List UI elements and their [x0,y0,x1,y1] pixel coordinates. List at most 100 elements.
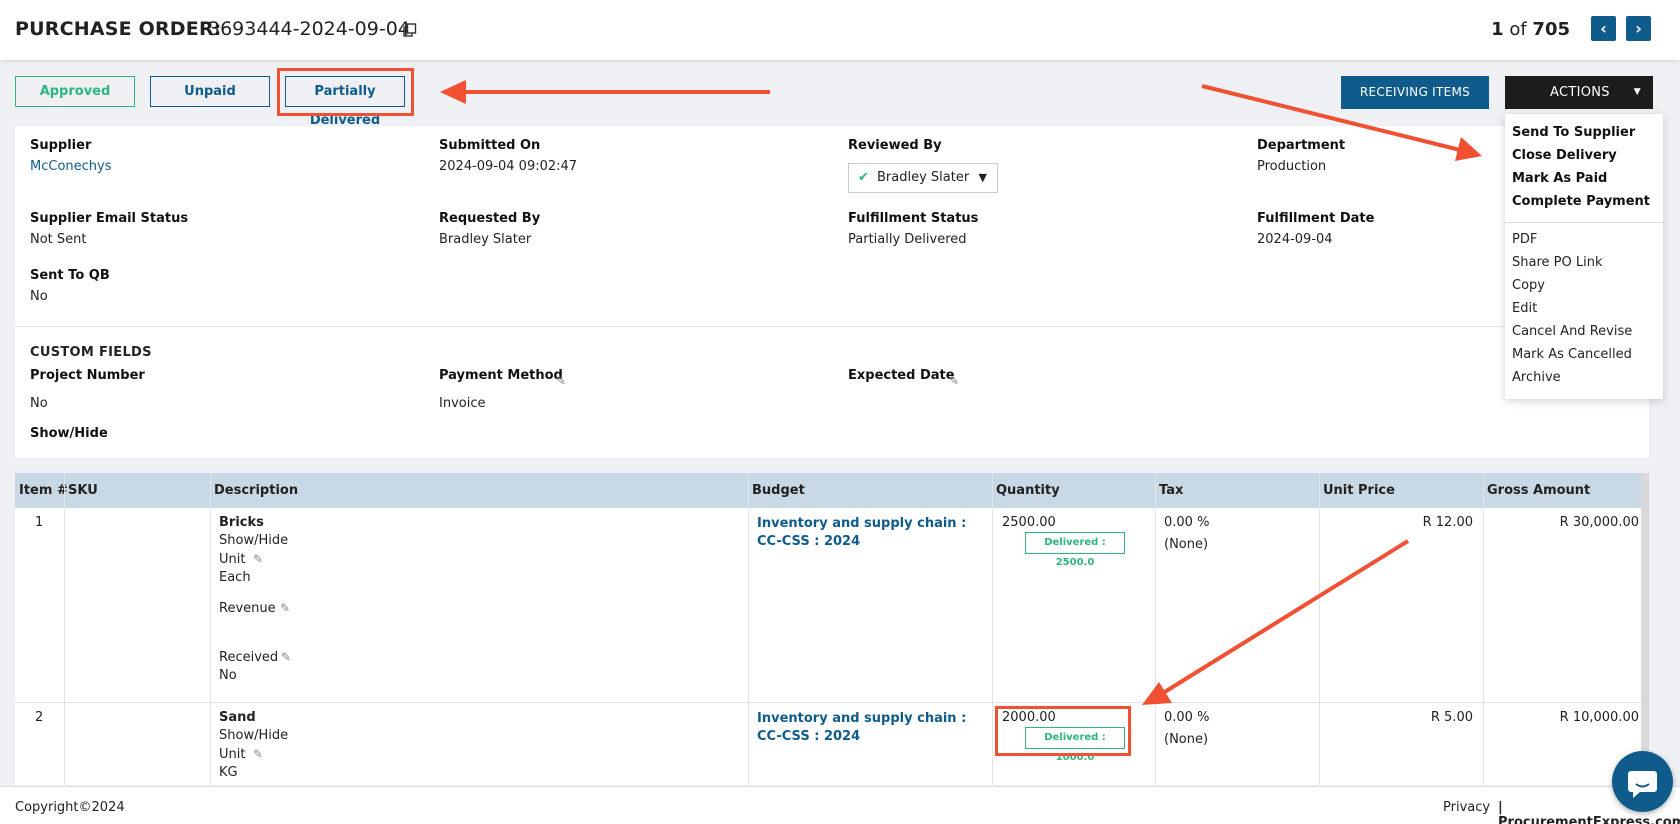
actions-dropdown-menu: Send To Supplier Close Delivery Mark As … [1505,114,1663,399]
menu-pdf[interactable]: PDF [1512,232,1537,247]
copy-icon[interactable] [403,23,417,37]
fulfillment-status-label: Fulfillment Status [848,211,979,226]
row-1-quantity: 2500.00 [1002,515,1056,530]
column-header-description: Description [214,483,299,498]
column-header-unit-price: Unit Price [1323,483,1395,498]
menu-divider [1505,222,1663,223]
po-details-panel: Supplier McConechys Submitted On 2024-09… [15,126,1649,458]
edit-received-pencil-icon[interactable]: ✎ [281,651,293,663]
row-1-tax-name: (None) [1164,537,1209,552]
custom-fields-show-hide[interactable]: Show/Hide [30,426,108,441]
actions-button[interactable]: ACTIONS ▼ [1505,76,1653,109]
receiving-items-button[interactable]: RECEIVING ITEMS [1341,76,1489,109]
row-1-show-hide[interactable]: Show/Hide [219,533,288,548]
column-divider [748,473,749,785]
page-title: PURCHASE ORDER: [15,18,222,40]
row-1-item-number: 1 [35,515,44,530]
annotation-highlight-status [277,68,414,116]
chevron-right-icon: › [1635,19,1642,38]
column-divider [992,473,993,785]
previous-po-button[interactable]: ‹ [1591,16,1616,41]
department-value: Production [1257,159,1327,174]
row-1-budget-link[interactable]: Inventory and supply chain : CC-CSS : 20… [757,515,977,551]
edit-unit-pencil-icon[interactable]: ✎ [253,748,265,760]
edit-expected-date-pencil-icon[interactable]: ✎ [949,375,961,387]
check-icon: ✔ [858,170,869,185]
menu-edit[interactable]: Edit [1512,301,1537,316]
row-1-received-value: No [219,668,237,683]
row-1-unit-label: Unit [219,552,246,567]
project-number-label: Project Number [30,368,145,383]
pager-of: of [1509,19,1527,40]
table-scrollbar[interactable] [1641,473,1649,785]
row-1-gross-amount: R 30,000.00 [1559,515,1639,530]
pager-indicator: 1 of 705 [1491,19,1570,40]
row-1-received-label: Received [219,650,279,665]
column-divider [210,473,211,785]
requested-by-label: Requested By [439,211,541,226]
row-divider [15,702,1649,703]
copyright-text: Copyright©2024 [15,800,125,815]
arrow-to-status [440,80,770,104]
privacy-link[interactable]: Privacy [1443,800,1490,815]
annotation-highlight-delivered [995,706,1131,756]
supplier-link[interactable]: McConechys [30,159,112,174]
edit-payment-method-pencil-icon[interactable]: ✎ [556,375,568,387]
column-header-budget: Budget [752,483,805,498]
fulfillment-date-label: Fulfillment Date [1257,211,1375,226]
chat-bubble-icon [1628,771,1657,798]
row-1-tax: 0.00 % [1164,515,1210,530]
menu-send-to-supplier[interactable]: Send To Supplier [1512,125,1635,140]
row-1-unit-price: R 12.00 [1422,515,1473,530]
submitted-on-label: Submitted On [439,138,541,153]
row-2-item-number: 2 [35,710,44,725]
sent-to-qb-value: No [30,289,48,304]
approved-status-button[interactable]: Approved [15,76,135,107]
expected-date-label: Expected Date [848,368,955,383]
column-divider [64,473,65,785]
line-items-table: Item # SKU Description Budget Quantity T… [15,473,1649,785]
pager-total: 705 [1532,19,1570,40]
column-header-gross-amount: Gross Amount [1487,483,1591,498]
menu-copy[interactable]: Copy [1512,278,1545,293]
po-number: 3693444-2024-09-04 [208,18,410,40]
menu-archive[interactable]: Archive [1512,370,1561,385]
row-2-budget-link[interactable]: Inventory and supply chain : CC-CSS : 20… [757,710,977,746]
project-number-value: No [30,396,48,411]
menu-close-delivery[interactable]: Close Delivery [1512,148,1617,163]
row-2-unit-label: Unit [219,747,246,762]
row-1-unit-value: Each [219,570,251,585]
supplier-label: Supplier [30,138,92,153]
requested-by-value: Bradley Slater [439,232,532,247]
submitted-on-value: 2024-09-04 09:02:47 [439,159,578,174]
table-header: Item # SKU Description Budget Quantity T… [15,473,1649,508]
footer: Copyright©2024 Privacy | ProcurementExpr… [0,786,1680,824]
row-2-unit-price: R 5.00 [1430,710,1473,725]
menu-share-po-link[interactable]: Share PO Link [1512,255,1602,270]
row-1-delivered-badge: Delivered : 2500.0 [1025,532,1125,568]
menu-mark-as-cancelled[interactable]: Mark As Cancelled [1512,347,1632,362]
caret-down-icon: ▼ [1633,87,1641,97]
fulfillment-status-value: Partially Delivered [848,232,967,247]
row-1-revenue-label: Revenue [219,601,276,616]
row-2-show-hide[interactable]: Show/Hide [219,728,288,743]
edit-revenue-pencil-icon[interactable]: ✎ [280,602,292,614]
menu-cancel-and-revise[interactable]: Cancel And Revise [1512,324,1632,339]
chevron-left-icon: ‹ [1600,19,1607,38]
support-chat-button[interactable] [1612,751,1673,812]
column-header-item: Item # [19,483,68,498]
chevron-down-icon: ▼ [978,171,987,184]
actions-label: ACTIONS [1550,85,1610,100]
department-label: Department [1257,138,1346,153]
unpaid-status-button[interactable]: Unpaid [150,76,270,107]
fulfillment-date-value: 2024-09-04 [1257,232,1333,247]
row-2-item-name: Sand [219,710,256,725]
supplier-email-status-label: Supplier Email Status [30,211,189,226]
row-2-gross-amount: R 10,000.00 [1559,710,1639,725]
menu-mark-as-paid[interactable]: Mark As Paid [1512,171,1607,186]
menu-complete-payment[interactable]: Complete Payment [1512,194,1650,209]
column-header-sku: SKU [68,483,98,498]
reviewed-by-select[interactable]: ✔ Bradley Slater ▼ [848,163,998,193]
edit-unit-pencil-icon[interactable]: ✎ [253,553,265,565]
next-po-button[interactable]: › [1626,16,1651,41]
